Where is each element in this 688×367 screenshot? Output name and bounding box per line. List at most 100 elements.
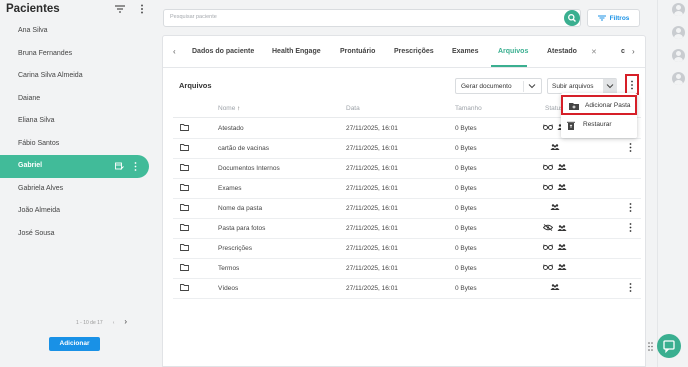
filters-button[interactable]: Filtros (587, 9, 640, 27)
more-vert-icon[interactable] (629, 223, 632, 232)
folder-actions-menu-button[interactable] (625, 74, 639, 95)
chat-button[interactable] (657, 334, 681, 358)
file-name[interactable]: Atestado (218, 125, 244, 132)
table-row[interactable]: Nome da pasta 27/11/2025, 16:01 0 Bytes (173, 199, 641, 219)
patient-list-item[interactable]: Gabriela Alves (0, 178, 150, 201)
glasses-icon (543, 264, 553, 270)
file-date: 27/11/2025, 16:01 (346, 125, 398, 132)
upload-files-button[interactable]: Subir arquivos (547, 78, 617, 94)
file-size: 0 Bytes (455, 125, 477, 132)
tab-health-engage[interactable]: Health Engage (272, 48, 321, 55)
col-size-header: Tamanho (455, 105, 482, 112)
tabs-next-icon[interactable]: › (632, 47, 635, 56)
avatar[interactable] (672, 72, 685, 85)
add-folder-menu-item[interactable]: Adicionar Pasta (561, 95, 637, 115)
table-row[interactable]: Exames 27/11/2025, 16:01 0 Bytes (173, 179, 641, 199)
patient-list-item[interactable]: Eliana Silva (0, 110, 150, 133)
tab-more[interactable]: c (621, 48, 625, 55)
tabs-prev-icon[interactable]: ‹ (173, 47, 176, 56)
tab-prescricoes[interactable]: Prescrições (394, 48, 434, 55)
glasses-icon (543, 184, 553, 190)
avatar[interactable] (672, 26, 685, 39)
search-input[interactable]: Pesquisar paciente (163, 9, 581, 27)
row-actions[interactable] (629, 283, 632, 294)
tab-prontuario[interactable]: Prontuário (340, 48, 375, 55)
status-icons (543, 144, 560, 150)
tab-arquivos[interactable]: Arquivos (498, 48, 528, 55)
file-name[interactable]: Pasta para fotos (218, 225, 265, 232)
more-vert-icon[interactable] (629, 143, 632, 152)
status-icons (543, 204, 560, 210)
folder-cell (180, 284, 189, 293)
patient-list-item[interactable]: Gabriel (0, 155, 149, 178)
folder-icon (180, 184, 189, 191)
patient-name: João Almeida (18, 207, 61, 214)
upload-options-toggle[interactable] (603, 79, 617, 93)
patient-list-item[interactable]: Fábio Santos (0, 133, 150, 156)
tab-atestado[interactable]: Atestado (547, 48, 577, 55)
glasses-icon (543, 244, 553, 250)
status-icons (543, 184, 567, 190)
table-row[interactable]: Documentos Internos 27/11/2025, 16:01 0 By… (173, 159, 641, 179)
generate-document-label: Gerar documento (461, 83, 512, 90)
restore-menu-item[interactable]: Restaurar (561, 116, 637, 136)
table-row[interactable]: Termos 27/11/2025, 16:01 0 Bytes (173, 259, 641, 279)
avatar[interactable] (672, 3, 685, 16)
row-actions[interactable] (629, 143, 632, 154)
patient-list-item[interactable]: João Almeida (0, 200, 150, 223)
patient-name: Eliana Silva (18, 117, 55, 124)
patient-list-item[interactable]: Carina Silva Almeida (0, 65, 150, 88)
avatar[interactable] (672, 49, 685, 62)
tab-dados-do-paciente[interactable]: Dados do paciente (192, 48, 254, 55)
filters-label: Filtros (609, 14, 630, 22)
file-name[interactable]: Vídeos (218, 285, 238, 292)
folder-icon (180, 204, 189, 211)
more-vert-icon[interactable] (139, 4, 145, 14)
more-vert-icon[interactable] (629, 283, 632, 292)
folder-cell (180, 164, 189, 173)
more-vert-icon[interactable] (629, 203, 632, 212)
file-date: 27/11/2025, 16:01 (346, 185, 398, 192)
file-name[interactable]: Documentos Internos (218, 165, 280, 172)
restore-label: Restaurar (583, 121, 612, 128)
table-row[interactable]: Pasta para fotos 27/11/2025, 16:01 0 Bytes (173, 219, 641, 239)
calendar-edit-icon[interactable] (115, 162, 124, 171)
chevron-down-icon (528, 84, 536, 89)
people-icon (557, 184, 567, 190)
people-icon (557, 224, 567, 231)
sort-icon[interactable] (114, 4, 126, 14)
prev-page-icon[interactable]: ‹ (113, 320, 115, 326)
patient-name: Bruna Fernandes (18, 49, 73, 57)
file-date: 27/11/2025, 16:01 (346, 165, 398, 172)
file-name[interactable]: Termos (218, 265, 239, 272)
tab-bar: ‹ Dados do paciente Health Engage Prontu… (163, 36, 645, 68)
file-name[interactable]: cartão de vacinas (218, 145, 269, 152)
folder-cell (180, 144, 189, 153)
close-tab-icon[interactable]: ✕ (591, 48, 597, 56)
table-row[interactable]: Vídeos 27/11/2025, 16:01 0 Bytes (173, 279, 641, 299)
patient-list-item[interactable]: José Sousa (0, 223, 150, 246)
patient-name: Ana Silva (18, 27, 48, 34)
patient-name: José Sousa (18, 229, 55, 237)
sidebar-header: Pacientes (6, 3, 152, 17)
drag-handle-icon[interactable] (648, 342, 653, 351)
file-name[interactable]: Exames (218, 185, 241, 192)
patient-list-item[interactable]: Bruna Fernandes (0, 43, 150, 66)
row-actions[interactable] (629, 223, 632, 234)
next-page-icon[interactable]: › (124, 317, 127, 326)
search-button[interactable] (564, 10, 580, 26)
add-patient-button[interactable]: Adicionar (49, 337, 100, 351)
file-name[interactable]: Prescrições (218, 245, 252, 252)
file-name[interactable]: Nome da pasta (218, 205, 262, 212)
tab-exames[interactable]: Exames (452, 48, 478, 55)
generate-document-select[interactable]: Gerar documento (455, 78, 542, 94)
folder-cell (180, 124, 189, 133)
patient-list: Ana Silva Bruna Fernandes Carina Silva Alm… (0, 20, 150, 245)
col-name-header[interactable]: Nome ↑ (218, 105, 240, 112)
patient-list-item[interactable]: Ana Silva (0, 20, 150, 43)
table-row[interactable]: Prescrições 27/11/2025, 16:01 0 Bytes (173, 239, 641, 259)
row-actions[interactable] (629, 203, 632, 214)
more-vert-icon[interactable] (134, 161, 137, 171)
patient-list-item[interactable]: Daiane (0, 88, 150, 111)
table-row[interactable]: cartão de vacinas 27/11/2025, 16:01 0 Byte… (173, 139, 641, 159)
